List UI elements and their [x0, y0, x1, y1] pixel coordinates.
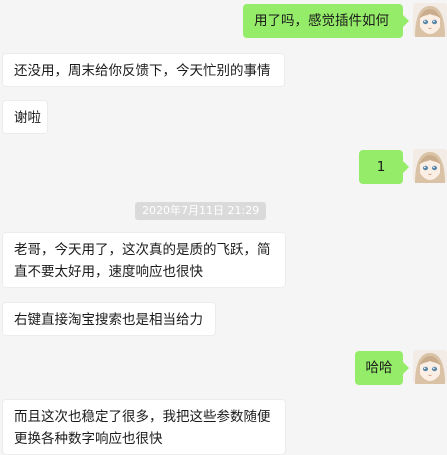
sent-message-bubble[interactable]: 1 — [359, 150, 409, 184]
received-message-bubble[interactable]: 右键直接淘宝搜索也是相当给力 — [2, 302, 216, 336]
received-message-bubble[interactable]: 老哥，今天用了，这次真的是质的飞跃，简直不要太好用，速度响应也很快 — [2, 232, 286, 288]
avatar-icon[interactable] — [413, 3, 447, 37]
sent-message-bubble[interactable]: 用了吗，感觉插件如何 — [243, 4, 409, 38]
avatar-icon[interactable] — [413, 350, 447, 384]
anime-girl-avatar-icon — [413, 149, 447, 183]
avatar-icon[interactable] — [413, 149, 447, 183]
received-message-bubble[interactable]: 而且这次也稳定了很多，我把这些参数随便更换各种数字响应也很快 — [2, 399, 286, 455]
timestamp-label: 2020年7月11日 21:29 — [135, 202, 267, 220]
chat-window: 用了吗，感觉插件如何 还没用，周末给你反馈下，今天忙别的事情 谢啦 1 2020… — [0, 0, 447, 455]
anime-girl-avatar-icon — [413, 350, 447, 384]
received-message-bubble[interactable]: 还没用，周末给你反馈下，今天忙别的事情 — [2, 53, 285, 87]
sent-message-bubble[interactable]: 哈哈 — [355, 351, 409, 385]
received-message-bubble[interactable]: 谢啦 — [2, 100, 48, 134]
anime-girl-avatar-icon — [413, 3, 447, 37]
